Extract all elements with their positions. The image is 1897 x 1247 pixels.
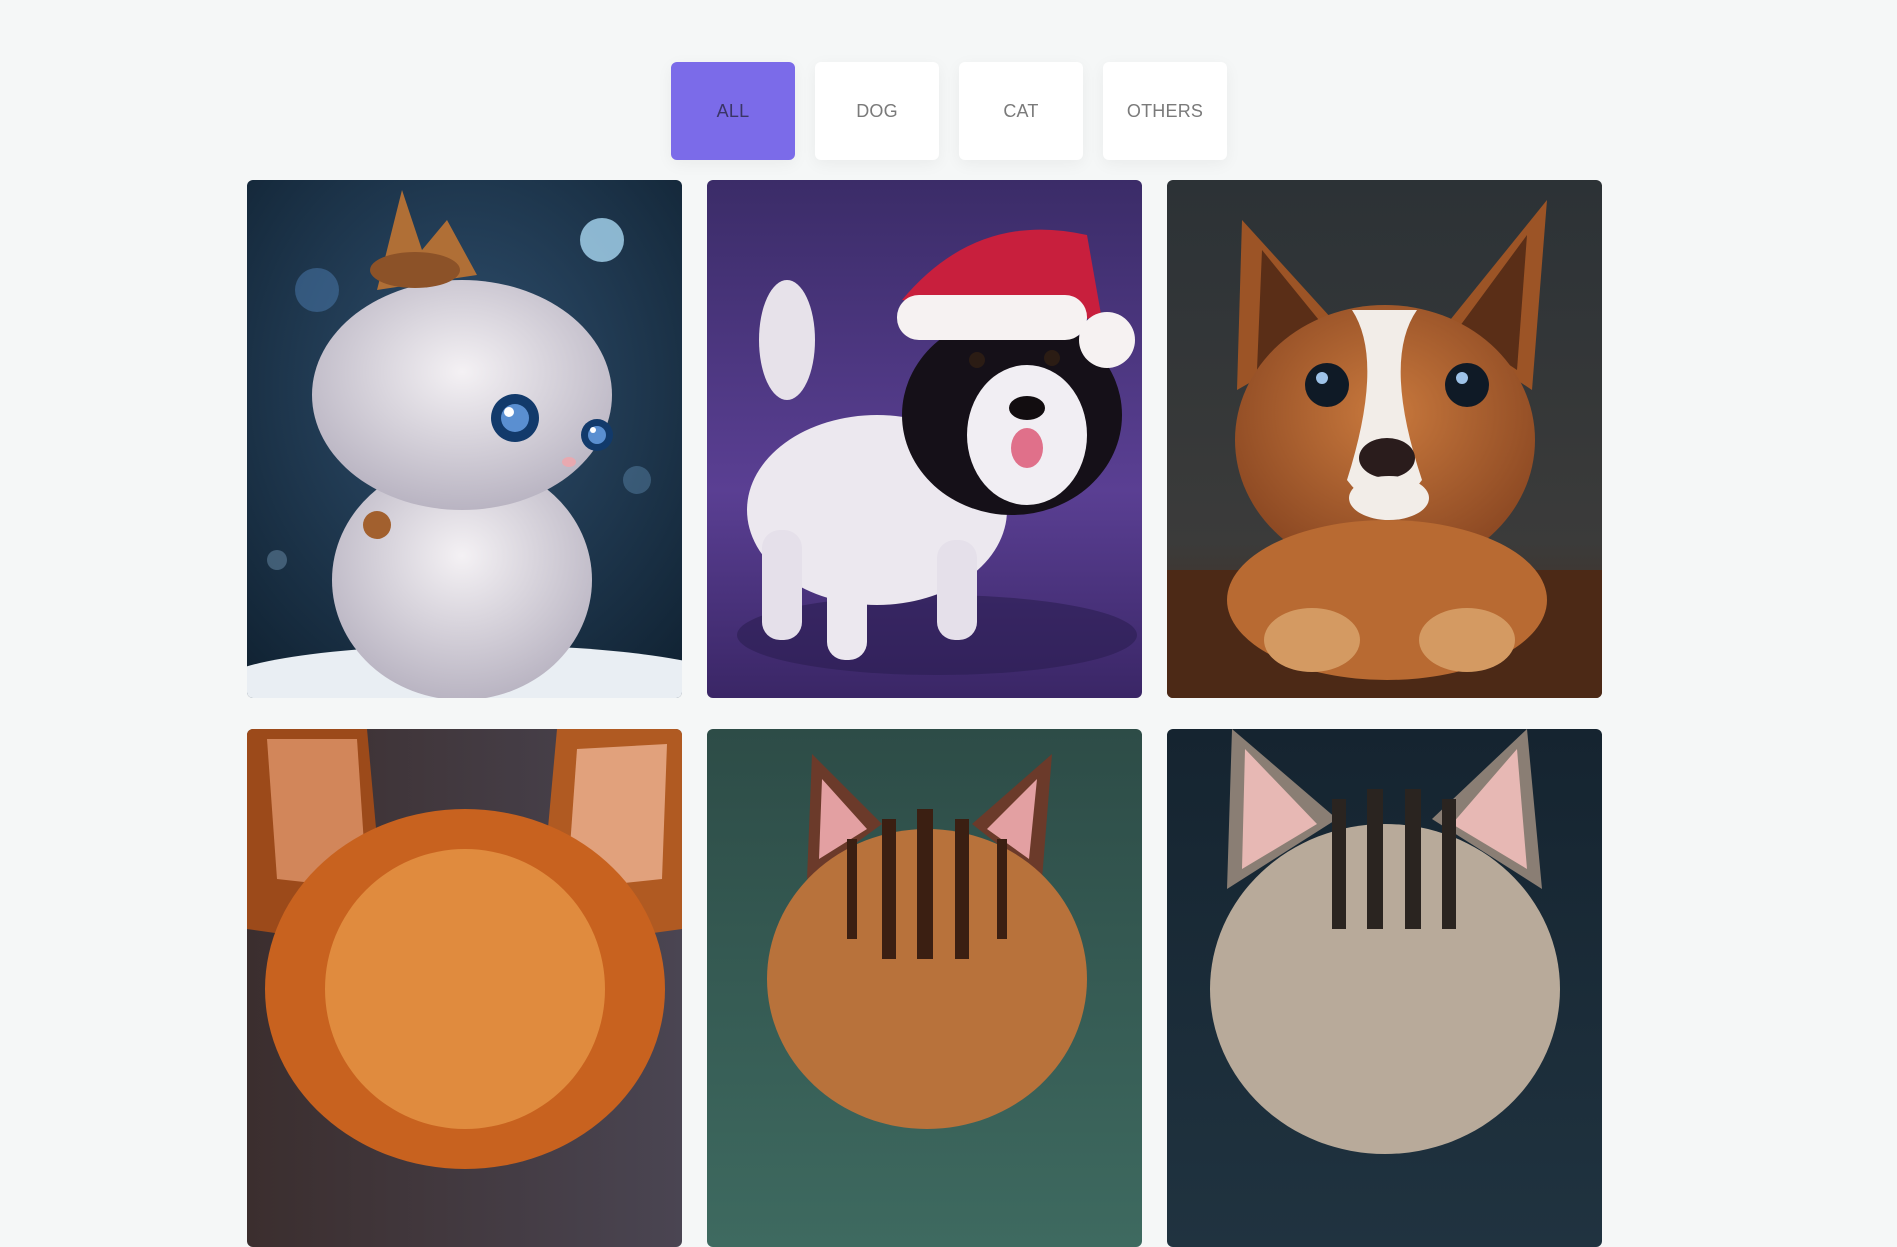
gallery-item-brown-puppy[interactable] (1167, 180, 1602, 698)
santa-puppy-image (707, 180, 1142, 698)
gallery-item-white-kitten[interactable] (247, 180, 682, 698)
gallery-item-grey-kitten[interactable] (1167, 729, 1602, 1247)
white-kitten-image (247, 180, 682, 698)
tabby-kitten-image (707, 729, 1142, 1247)
filter-bar: ALL DOG CAT OTHERS (671, 62, 1227, 160)
orange-kitten-image (247, 729, 682, 1247)
gallery-item-tabby-kitten[interactable] (707, 729, 1142, 1247)
grey-kitten-image (1167, 729, 1602, 1247)
brown-puppy-image (1167, 180, 1602, 698)
filter-others-button[interactable]: OTHERS (1103, 62, 1227, 160)
image-gallery (247, 180, 1602, 1247)
filter-all-button[interactable]: ALL (671, 62, 795, 160)
gallery-item-orange-kitten[interactable] (247, 729, 682, 1247)
gallery-item-santa-puppy[interactable] (707, 180, 1142, 698)
filter-dog-button[interactable]: DOG (815, 62, 939, 160)
filter-cat-button[interactable]: CAT (959, 62, 1083, 160)
